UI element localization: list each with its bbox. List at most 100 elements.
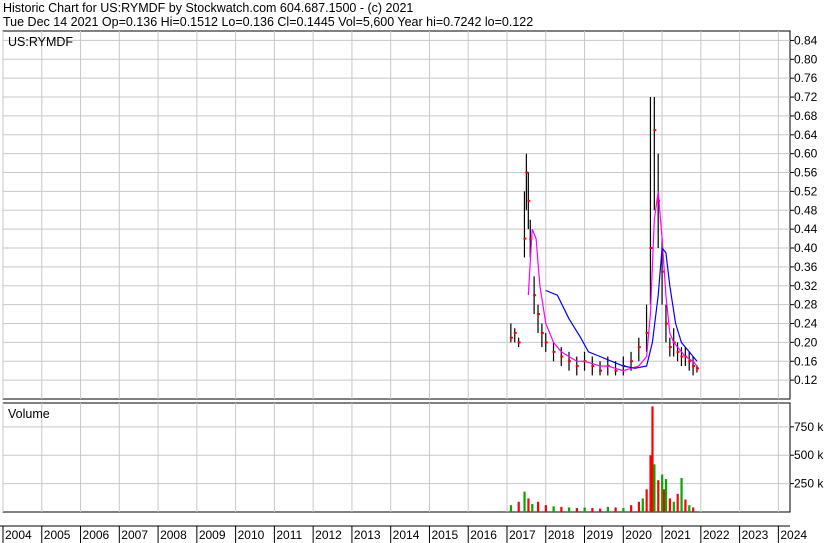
volume-bar bbox=[575, 508, 578, 512]
price-close-marker bbox=[517, 341, 521, 344]
price-panel-title: US:RYMDF bbox=[8, 35, 73, 49]
price-y-axis: 0.12 0.16 0.20 0.24 0.28 0.32 0.36 0.40 0.44 0.48… bbox=[790, 33, 818, 387]
price-close-marker bbox=[591, 364, 595, 367]
price-y-tick-label: 0.60 bbox=[794, 147, 818, 161]
x-tick-label: 2019 bbox=[587, 528, 614, 542]
price-close-marker bbox=[653, 129, 657, 132]
price-close-marker bbox=[680, 355, 684, 358]
x-tick-label: 2008 bbox=[160, 528, 187, 542]
volume-y-tick-label: 250 k bbox=[794, 477, 824, 491]
price-y-tick-label: 0.32 bbox=[794, 279, 818, 293]
price-y-tick-label: 0.16 bbox=[794, 354, 818, 368]
volume-bar bbox=[630, 505, 633, 512]
volume-bar bbox=[568, 507, 571, 512]
volume-bar bbox=[684, 499, 687, 512]
volume-bar bbox=[649, 455, 652, 512]
volume-bar bbox=[645, 489, 648, 512]
volume-bar bbox=[661, 474, 664, 512]
x-axis: 2004 2005 2006 2007 2008 2009 2010 2011 2012 2013… bbox=[2, 526, 807, 543]
volume-bar bbox=[591, 508, 594, 512]
price-close-marker bbox=[509, 336, 513, 339]
price-close-marker bbox=[692, 364, 696, 367]
volume-bar bbox=[680, 477, 683, 512]
price-close-marker bbox=[614, 369, 618, 372]
x-tick-label: 2011 bbox=[276, 528, 302, 542]
volume-bar bbox=[583, 507, 586, 512]
x-tick-label: 2015 bbox=[431, 528, 458, 542]
price-close-marker bbox=[568, 360, 572, 363]
volume-bar bbox=[663, 489, 666, 512]
volume-bar bbox=[606, 506, 609, 512]
volume-y-tick-label: 750 k bbox=[794, 420, 824, 434]
price-y-tick-label: 0.48 bbox=[794, 203, 818, 217]
volume-y-axis: 250 k 500 k 750 k bbox=[790, 420, 824, 491]
volume-bar bbox=[599, 508, 602, 512]
stock-chart: 0.12 0.16 0.20 0.24 0.28 0.32 0.36 0.40 0.44 0.48… bbox=[0, 30, 824, 543]
price-close-marker bbox=[527, 199, 531, 202]
price-close-marker bbox=[637, 346, 641, 349]
price-y-tick-label: 0.44 bbox=[794, 222, 818, 236]
x-tick-label: 2012 bbox=[315, 528, 342, 542]
x-tick-label: 2014 bbox=[393, 528, 420, 542]
volume-panel bbox=[2, 402, 791, 513]
price-y-tick-label: 0.72 bbox=[794, 90, 818, 104]
price-close-marker bbox=[664, 322, 668, 325]
volume-bar bbox=[672, 501, 675, 512]
volume-bar bbox=[560, 506, 563, 512]
price-close-marker bbox=[544, 341, 548, 344]
volume-panel-title: Volume bbox=[8, 407, 50, 421]
volume-bar bbox=[676, 493, 679, 512]
price-y-tick-label: 0.56 bbox=[794, 166, 818, 180]
price-y-tick-label: 0.28 bbox=[794, 298, 818, 312]
x-tick-label: 2013 bbox=[354, 528, 381, 542]
price-close-marker bbox=[599, 369, 603, 372]
price-y-tick-label: 0.64 bbox=[794, 128, 818, 142]
volume-bar bbox=[614, 507, 617, 512]
x-tick-label: 2022 bbox=[703, 528, 730, 542]
x-tick-label: 2020 bbox=[625, 528, 652, 542]
volume-bar bbox=[692, 507, 695, 512]
volume-bar bbox=[651, 406, 654, 512]
x-tick-label: 2023 bbox=[742, 528, 769, 542]
price-y-tick-label: 0.80 bbox=[794, 52, 818, 66]
price-panel bbox=[2, 30, 791, 400]
price-y-tick-label: 0.12 bbox=[794, 373, 818, 387]
price-close-marker bbox=[537, 313, 541, 316]
volume-bar bbox=[517, 501, 520, 512]
x-tick-label: 2007 bbox=[121, 528, 148, 542]
x-tick-label: 2006 bbox=[83, 528, 110, 542]
volume-bar bbox=[653, 464, 656, 512]
price-close-marker bbox=[533, 294, 537, 297]
volume-bar bbox=[641, 498, 644, 512]
x-tick-label: 2016 bbox=[470, 528, 497, 542]
price-close-marker bbox=[668, 346, 672, 349]
volume-bar bbox=[509, 505, 513, 512]
x-tick-label: 2010 bbox=[238, 528, 265, 542]
volume-y-tick-label: 500 k bbox=[794, 448, 824, 462]
volume-bar bbox=[544, 505, 547, 512]
volume-bar bbox=[537, 501, 540, 512]
price-y-tick-label: 0.84 bbox=[794, 33, 818, 47]
x-tick-label: 2017 bbox=[509, 528, 536, 542]
price-close-marker bbox=[560, 355, 564, 358]
volume-bar bbox=[527, 498, 530, 512]
volume-bar bbox=[531, 504, 534, 512]
x-tick-label: 2009 bbox=[199, 528, 226, 542]
price-close-marker bbox=[513, 331, 517, 334]
price-y-tick-label: 0.76 bbox=[794, 71, 818, 85]
price-y-tick-label: 0.24 bbox=[794, 317, 818, 331]
volume-bar bbox=[688, 505, 691, 512]
price-close-marker bbox=[552, 350, 556, 353]
price-close-marker bbox=[630, 360, 634, 363]
volume-bar bbox=[664, 479, 668, 512]
volume-bar bbox=[622, 508, 625, 512]
x-tick-label: 2021 bbox=[664, 528, 691, 542]
price-y-tick-label: 0.36 bbox=[794, 260, 818, 274]
x-tick-label: 2024 bbox=[780, 528, 807, 542]
price-close-marker bbox=[676, 350, 680, 353]
volume-bar bbox=[637, 501, 641, 512]
volume-bar bbox=[552, 506, 555, 512]
volume-bar bbox=[657, 480, 660, 512]
price-close-marker bbox=[575, 364, 579, 367]
x-tick-label: 2005 bbox=[44, 528, 71, 542]
